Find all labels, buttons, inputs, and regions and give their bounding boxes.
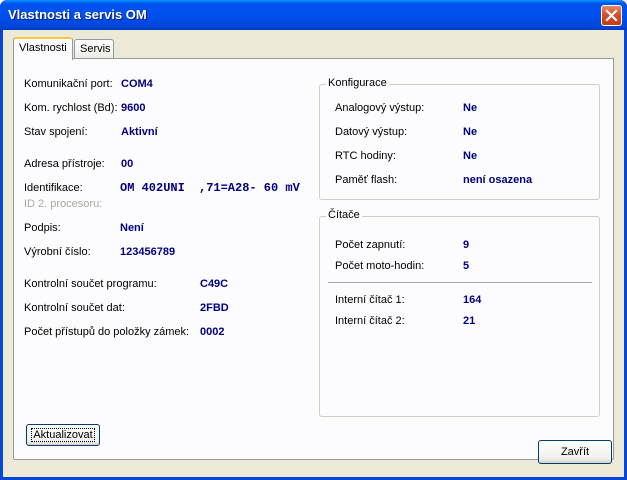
analog-output-value: Ne <box>463 102 478 114</box>
configuration-group: Konfigurace Analogový výstup: Ne Datový … <box>319 77 600 200</box>
power-on-count-value: 9 <box>463 239 470 251</box>
signature-label: Podpis: <box>24 222 61 234</box>
internal-counter-2-label: Interní čítač 2: <box>335 315 405 327</box>
speed-label: Kom. rychlost (Bd): <box>24 102 118 114</box>
data-output-value: Ne <box>463 126 478 138</box>
power-on-count-label: Počet zapnutí: <box>335 239 406 251</box>
flash-memory-value: není osazena <box>463 174 533 186</box>
analog-output-label: Analogový výstup: <box>335 102 425 114</box>
program-checksum-label: Kontrolní součet programu: <box>24 278 157 290</box>
rtc-clock-label: RTC hodiny: <box>335 150 396 162</box>
address-label: Adresa přístroje: <box>24 158 105 170</box>
data-checksum-value: 2FBD <box>200 302 229 314</box>
speed-value: 9600 <box>121 102 146 114</box>
lock-access-label: Počet přístupů do položky zámek: <box>24 326 190 338</box>
port-value: COM4 <box>121 78 153 90</box>
tab-servis-label: Servis <box>80 43 111 55</box>
state-value: Aktivní <box>121 126 158 138</box>
rtc-clock-value: Ne <box>463 150 478 162</box>
counters-divider <box>328 282 592 283</box>
address-value: 00 <box>121 158 134 170</box>
close-button[interactable]: Zavřít <box>538 440 612 464</box>
tab-vlastnosti[interactable]: Vlastnosti <box>13 37 73 60</box>
port-label: Komunikační port: <box>24 78 113 90</box>
counters-group: Čítače Počet zapnutí: 9 Počet moto-hodin… <box>319 209 600 417</box>
data-checksum-label: Kontrolní součet dat: <box>24 302 125 314</box>
close-icon <box>605 9 618 22</box>
tab-servis[interactable]: Servis <box>74 39 114 59</box>
serial-label: Výrobní číslo: <box>24 246 91 258</box>
moto-hours-label: Počet moto-hodin: <box>335 260 425 272</box>
identification-extra: ,71=A28- 60 mV <box>199 181 300 195</box>
close-window-button[interactable] <box>601 5 622 26</box>
tab-vlastnosti-label: Vlastnosti <box>19 42 67 54</box>
lock-access-value: 0002 <box>200 326 225 338</box>
dialog-window: Vlastnosti a servis OM Vlastnosti Servis… <box>0 0 627 480</box>
internal-counter-1-label: Interní čítač 1: <box>335 294 405 306</box>
data-output-label: Datový výstup: <box>335 126 408 138</box>
moto-hours-value: 5 <box>463 260 470 272</box>
id2-processor-label: ID 2. procesoru: <box>24 198 103 210</box>
signature-value: Není <box>120 222 144 234</box>
window-title: Vlastnosti a servis OM <box>8 7 147 22</box>
refresh-button-label: Aktualizovat <box>31 428 95 442</box>
identification-value: OM 402UNI <box>120 181 185 195</box>
counters-group-title: Čítače <box>326 209 362 221</box>
identification-label: Identifikace: <box>24 182 83 194</box>
program-checksum-value: C49C <box>200 278 229 290</box>
dialog-client-area: Vlastnosti Servis Komunikační port: COM4… <box>3 30 624 477</box>
internal-counter-2-value: 21 <box>463 315 476 327</box>
flash-memory-label: Paměť flash: <box>335 174 398 186</box>
refresh-button[interactable]: Aktualizovat <box>26 424 100 446</box>
state-label: Stav spojení: <box>24 126 88 138</box>
serial-value: 123456789 <box>120 246 176 258</box>
properties-panel: Komunikační port: COM4 Kom. rychlost (Bd… <box>13 58 614 460</box>
internal-counter-1-value: 164 <box>463 294 482 306</box>
close-button-label: Zavřít <box>560 446 590 458</box>
configuration-group-title: Konfigurace <box>326 77 389 89</box>
title-bar[interactable]: Vlastnosti a servis OM <box>0 0 627 30</box>
